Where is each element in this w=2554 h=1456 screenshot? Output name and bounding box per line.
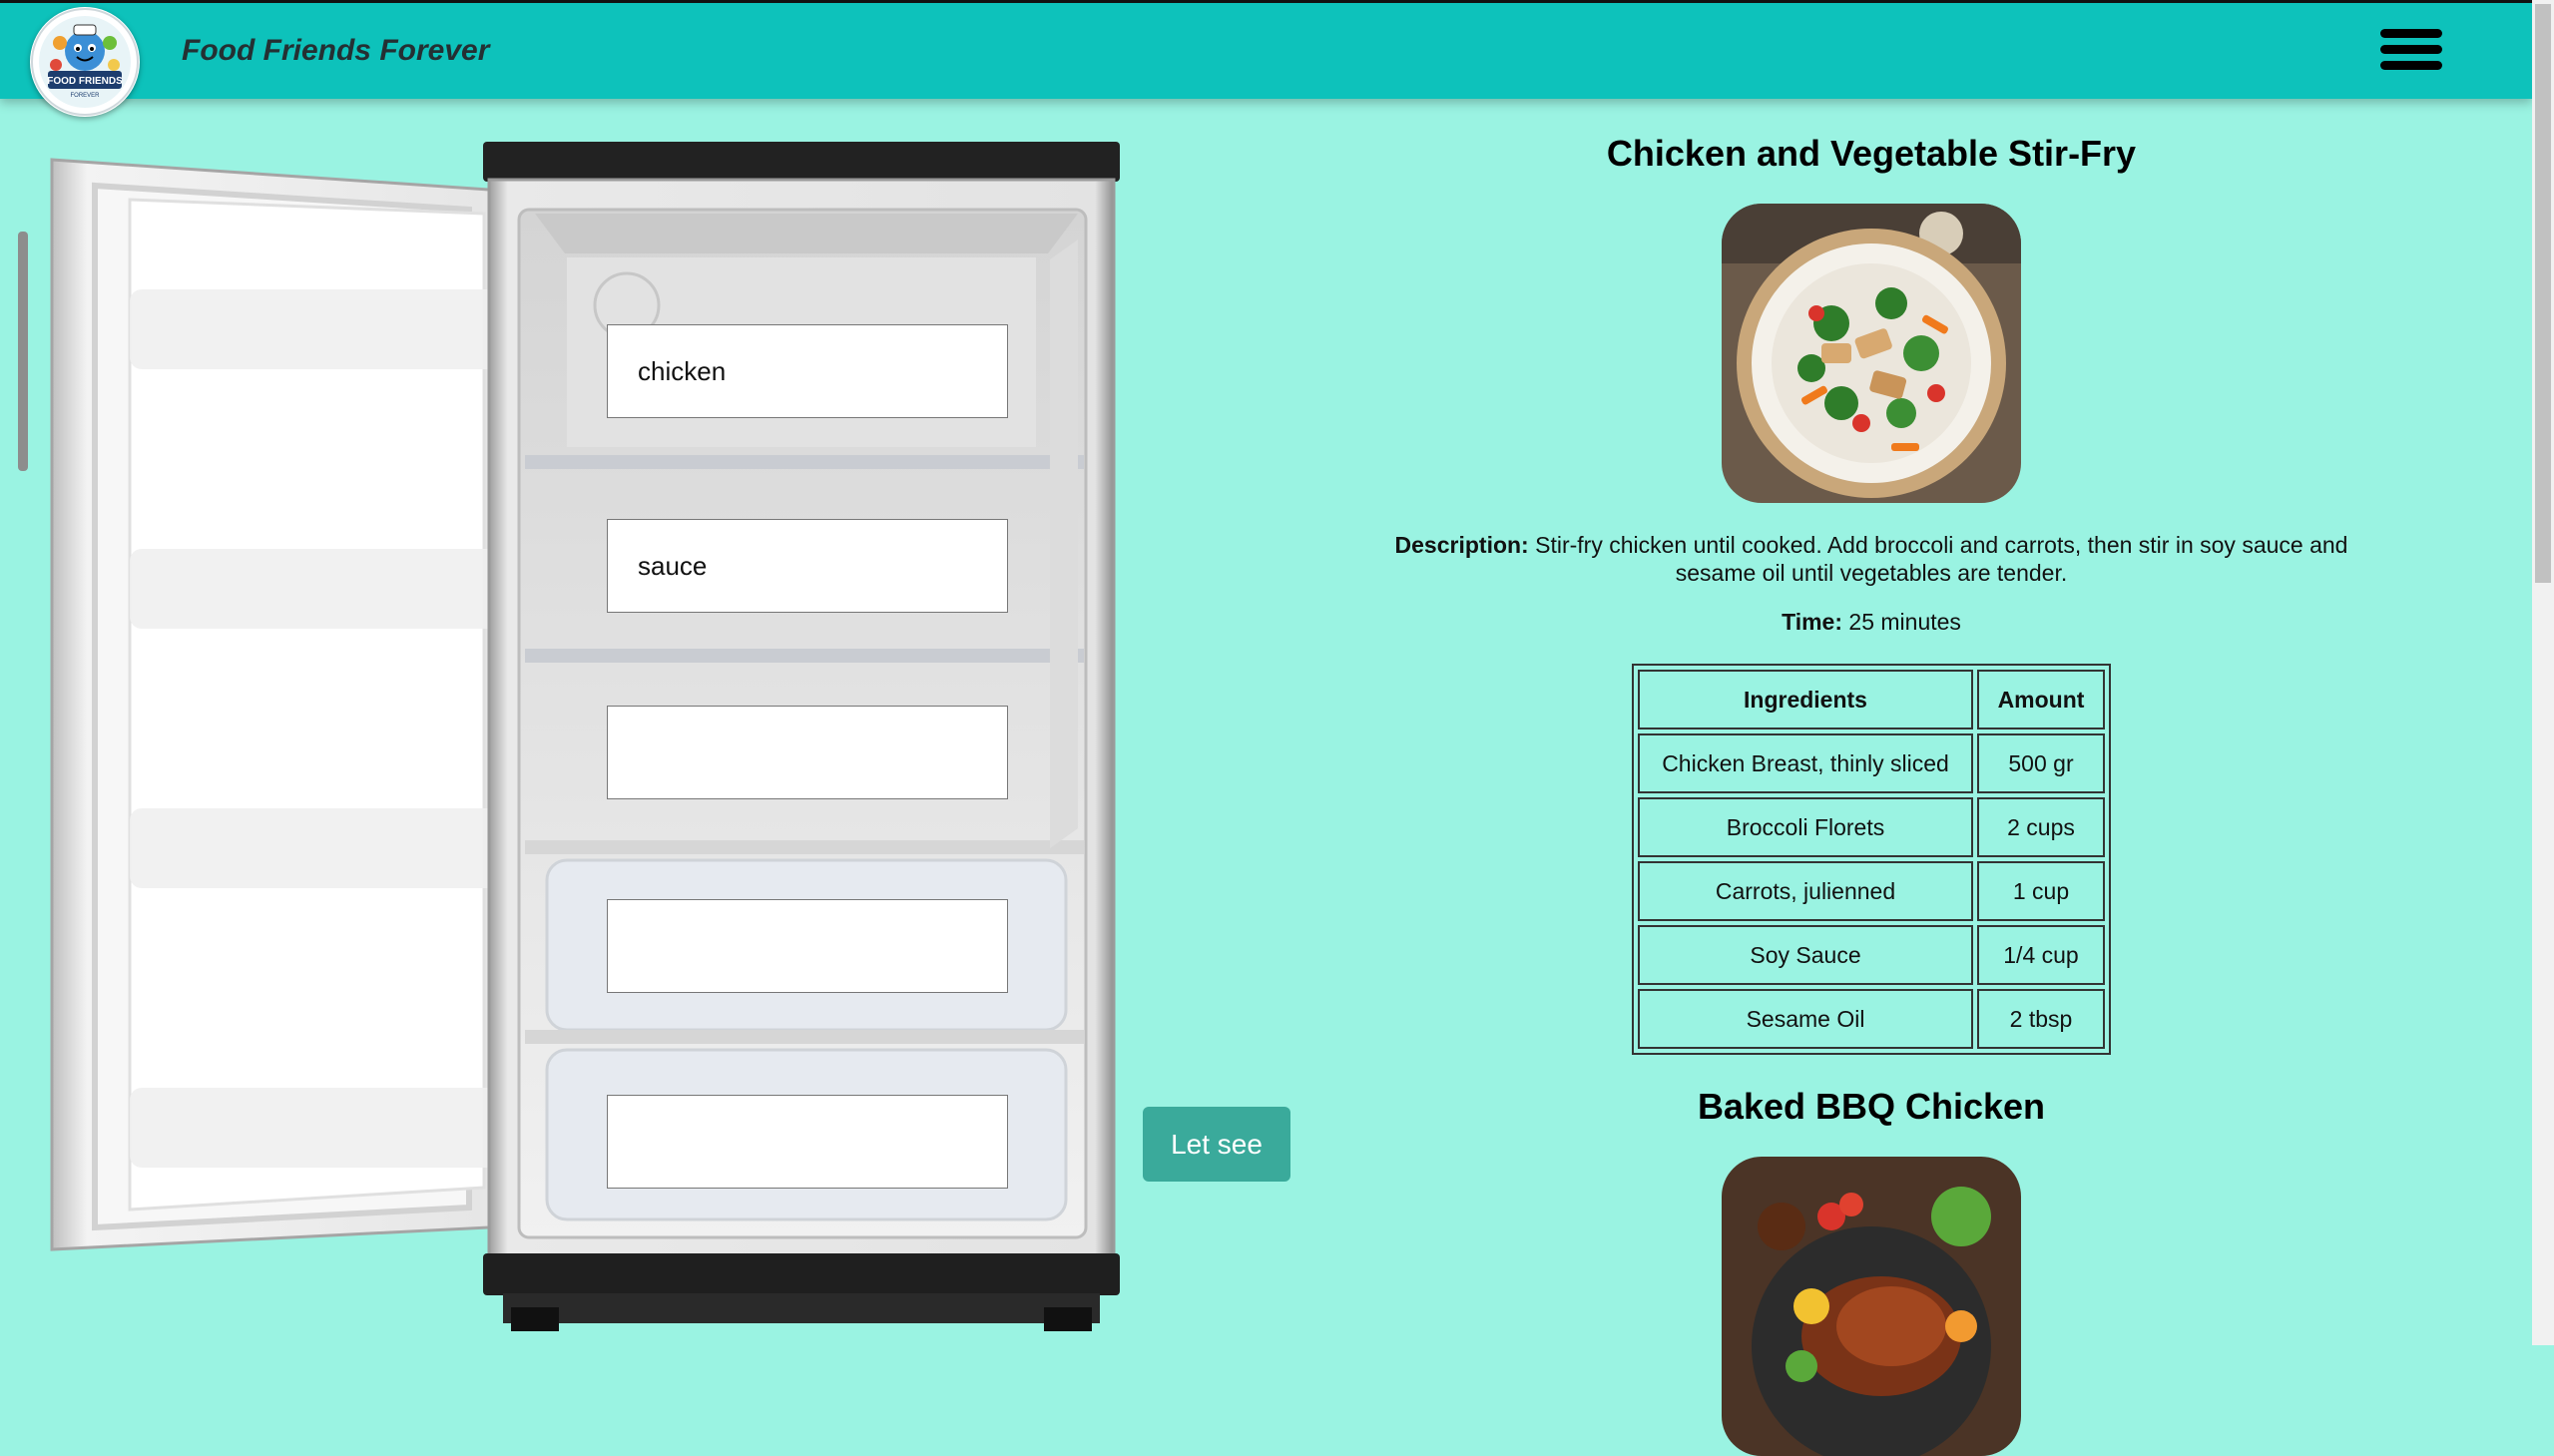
site-title: Food Friends Forever xyxy=(182,34,490,67)
ingredients-table: Ingredients Amount Chicken Breast, thinl… xyxy=(1632,664,2111,1055)
recipe-title: Baked BBQ Chicken xyxy=(1697,1086,2046,1127)
ingredient-amount: 1/4 cup xyxy=(1977,925,2105,985)
ingredient-input-1[interactable] xyxy=(607,324,1008,418)
description-text: Stir-fry chicken until cooked. Add brocc… xyxy=(1535,532,2348,586)
description-label: Description: xyxy=(1394,532,1529,558)
ingredient-amount: 500 gr xyxy=(1977,733,2105,793)
amount-header: Amount xyxy=(1977,670,2105,729)
recipe-list: Chicken and Vegetable Stir-Fry Descripti… xyxy=(1297,130,2445,1456)
recipe-card: Chicken and Vegetable Stir-Fry Descripti… xyxy=(1297,130,2445,1055)
page-scrollbar[interactable] xyxy=(2532,0,2554,1345)
svg-text:FOOD FRIENDS: FOOD FRIENDS xyxy=(47,76,123,87)
hamburger-menu-icon[interactable] xyxy=(2380,29,2442,79)
recipe-card: Baked BBQ Chicken xyxy=(1297,1083,2445,1456)
time-value: 25 minutes xyxy=(1848,609,1961,635)
ingredient-name: Chicken Breast, thinly sliced xyxy=(1638,733,1973,793)
table-row: Sesame Oil 2 tbsp xyxy=(1638,989,2105,1049)
table-row: Broccoli Florets 2 cups xyxy=(1638,797,2105,857)
ingredient-name: Carrots, julienned xyxy=(1638,861,1973,921)
ingredient-amount: 2 tbsp xyxy=(1977,989,2105,1049)
recipe-image-bbq-chicken xyxy=(1722,1157,2021,1456)
recipe-title: Chicken and Vegetable Stir-Fry xyxy=(1606,133,2137,174)
table-row: Carrots, julienned 1 cup xyxy=(1638,861,2105,921)
ingredient-name: Broccoli Florets xyxy=(1638,797,1973,857)
ingredient-name: Sesame Oil xyxy=(1638,989,1973,1049)
recipe-image-stir-fry xyxy=(1722,204,2021,503)
top-navbar: FOOD FRIENDS FOREVER Food Friends Foreve… xyxy=(0,0,2532,117)
fridge-panel xyxy=(0,130,1128,1345)
let-see-button[interactable]: Let see xyxy=(1143,1107,1290,1182)
ingredient-amount: 1 cup xyxy=(1977,861,2105,921)
ingredients-header: Ingredients xyxy=(1638,670,1973,729)
table-row: Soy Sauce 1/4 cup xyxy=(1638,925,2105,985)
site-logo[interactable]: FOOD FRIENDS FOREVER xyxy=(30,7,140,117)
recipe-time: Time: 25 minutes xyxy=(1297,609,2445,636)
recipe-description: Description: Stir-fry chicken until cook… xyxy=(1362,531,2380,587)
logo-graphic: FOOD FRIENDS FOREVER xyxy=(31,8,139,116)
scrollbar-thumb[interactable] xyxy=(2535,4,2551,583)
ingredient-input-4[interactable] xyxy=(607,899,1008,993)
svg-text:FOREVER: FOREVER xyxy=(70,93,100,99)
ingredient-amount: 2 cups xyxy=(1977,797,2105,857)
table-row: Chicken Breast, thinly sliced 500 gr xyxy=(1638,733,2105,793)
time-label: Time: xyxy=(1782,609,1843,635)
ingredient-input-2[interactable] xyxy=(607,519,1008,613)
ingredient-input-3[interactable] xyxy=(607,706,1008,799)
ingredient-name: Soy Sauce xyxy=(1638,925,1973,985)
ingredient-input-5[interactable] xyxy=(607,1095,1008,1189)
